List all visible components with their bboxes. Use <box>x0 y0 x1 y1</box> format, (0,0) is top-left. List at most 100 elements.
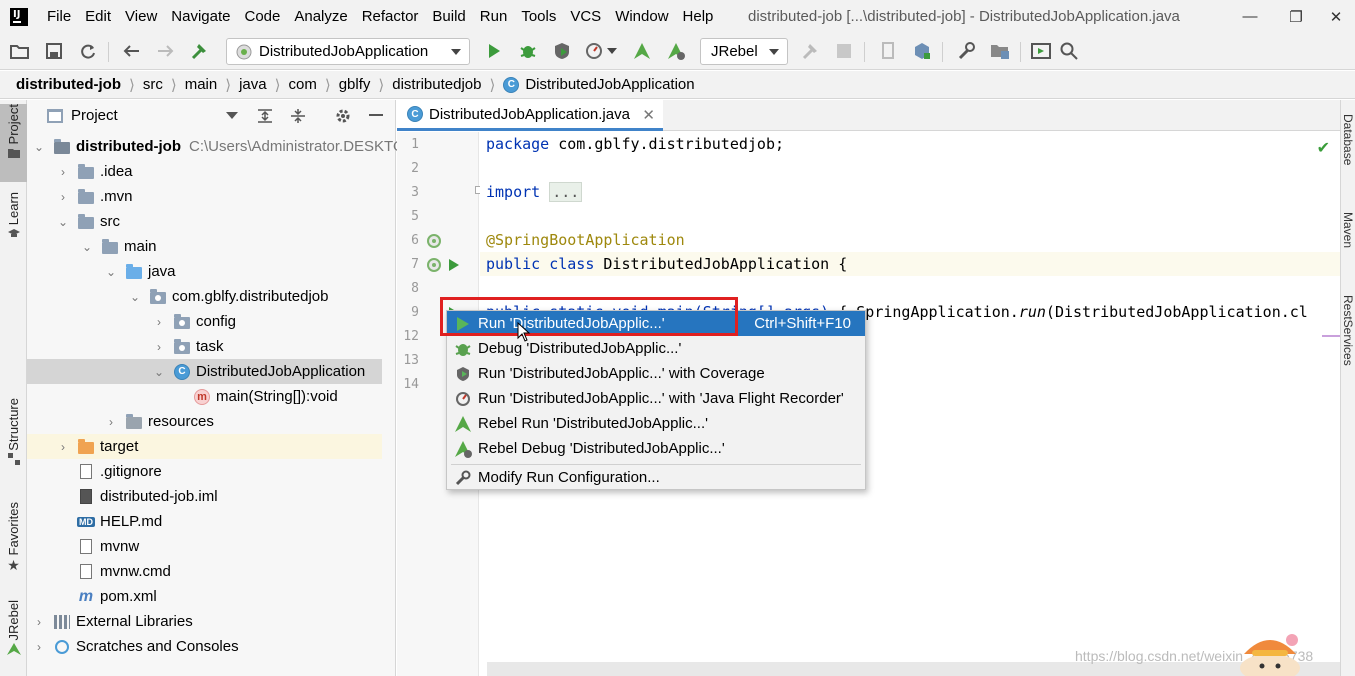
sync-icon[interactable] <box>76 39 100 63</box>
device-icon[interactable] <box>876 39 900 63</box>
profiler-icon[interactable] <box>582 39 606 63</box>
chevron-right-icon[interactable]: › <box>55 164 71 180</box>
tree-item-mvnw[interactable]: mvnw <box>27 534 382 559</box>
tree-item-java[interactable]: ⌄ java <box>27 259 382 284</box>
back-icon[interactable] <box>119 39 143 63</box>
tree-item-config[interactable]: › config <box>27 309 382 334</box>
spring-bean-icon[interactable] <box>426 257 442 273</box>
menu-help[interactable]: Help <box>676 0 721 33</box>
menu-item-debug[interactable]: Debug 'DistributedJobApplic...' <box>447 336 865 361</box>
chevron-down-icon[interactable]: ⌄ <box>79 239 95 255</box>
menu-edit[interactable]: Edit <box>78 0 118 33</box>
chevron-down-icon[interactable]: ⌄ <box>151 364 167 380</box>
menu-item-run-flight-recorder[interactable]: Run 'DistributedJobApplic...' with 'Java… <box>447 386 865 411</box>
tool-tab-structure[interactable]: Structure <box>0 398 27 480</box>
save-icon[interactable] <box>42 39 66 63</box>
menu-tools[interactable]: Tools <box>514 0 563 33</box>
chevron-right-icon[interactable]: › <box>151 314 167 330</box>
menu-item-rebel-debug[interactable]: Rebel Debug 'DistributedJobApplic...' <box>447 436 865 461</box>
hide-panel-icon[interactable] <box>367 107 385 125</box>
chevron-right-icon[interactable]: › <box>151 339 167 355</box>
tree-item-mvnw-cmd[interactable]: mvnw.cmd <box>27 559 382 584</box>
breadcrumb-item[interactable]: distributed-job <box>16 76 121 93</box>
spring-bean-icon[interactable] <box>426 233 442 249</box>
sdk-manager-icon[interactable] <box>910 39 934 63</box>
menu-navigate[interactable]: Navigate <box>164 0 237 33</box>
tool-tab-database[interactable]: Database <box>1341 114 1355 165</box>
horizontal-scrollbar[interactable] <box>487 662 1340 676</box>
editor-tab[interactable]: C DistributedJobApplication.java ✕ <box>397 100 663 131</box>
chevron-down-icon[interactable]: ⌄ <box>103 264 119 280</box>
tree-item-pom[interactable]: m pom.xml <box>27 584 382 609</box>
wrench-icon[interactable] <box>954 39 978 63</box>
menu-analyze[interactable]: Analyze <box>287 0 354 33</box>
breadcrumb-item[interactable]: distributedjob <box>392 76 481 93</box>
tree-item-gitignore[interactable]: .gitignore <box>27 459 382 484</box>
rebel-run-icon[interactable] <box>630 39 654 63</box>
chevron-down-icon[interactable] <box>605 39 619 63</box>
tree-item-external-libraries[interactable]: › External Libraries <box>27 609 382 634</box>
run-icon[interactable] <box>482 39 506 63</box>
menu-item-run-coverage[interactable]: Run 'DistributedJobApplic...' with Cover… <box>447 361 865 386</box>
menu-code[interactable]: Code <box>237 0 287 33</box>
breadcrumb-item[interactable]: com <box>288 76 316 93</box>
menu-build[interactable]: Build <box>425 0 472 33</box>
breadcrumb-item[interactable]: java <box>239 76 267 93</box>
tree-item-main[interactable]: ⌄ main <box>27 234 382 259</box>
collapse-all-icon[interactable] <box>289 107 307 125</box>
menu-refactor[interactable]: Refactor <box>355 0 426 33</box>
run-configuration-select[interactable]: DistributedJobApplication <box>226 38 470 65</box>
tree-item-target[interactable]: › target <box>27 434 382 459</box>
chevron-down-icon[interactable]: ⌄ <box>31 139 47 155</box>
tree-item-application-class[interactable]: ⌄ C DistributedJobApplication <box>27 359 382 384</box>
jrebel-select[interactable]: JRebel <box>700 38 788 65</box>
forward-icon[interactable] <box>154 39 178 63</box>
tool-tab-project[interactable]: Project <box>0 104 27 182</box>
tree-item-scratches[interactable]: › Scratches and Consoles <box>27 634 382 659</box>
coverage-icon[interactable] <box>550 39 574 63</box>
tool-tab-jrebel[interactable]: JRebel <box>0 600 27 666</box>
chevron-right-icon[interactable]: › <box>31 614 47 630</box>
breadcrumb-item[interactable]: gblfy <box>339 76 371 93</box>
tree-item-task[interactable]: › task <box>27 334 382 359</box>
tree-item-mvn[interactable]: › .mvn <box>27 184 382 209</box>
menu-run[interactable]: Run <box>473 0 515 33</box>
breadcrumb-item[interactable]: DistributedJobApplication <box>525 76 694 93</box>
tool-tab-maven[interactable]: Maven <box>1341 212 1355 248</box>
tree-item-project-root[interactable]: ⌄ distributed-job C:\Users\Administrator… <box>27 134 405 159</box>
debug-icon[interactable] <box>516 39 540 63</box>
chevron-down-icon[interactable]: ⌄ <box>55 214 71 230</box>
tool-tab-restservices[interactable]: RestServices <box>1341 295 1355 366</box>
tree-item-idea[interactable]: › .idea <box>27 159 382 184</box>
expand-all-icon[interactable] <box>256 107 274 125</box>
menu-file[interactable]: File <box>40 0 78 33</box>
menu-vcs[interactable]: VCS <box>563 0 608 33</box>
menu-view[interactable]: View <box>118 0 164 33</box>
tree-item-resources[interactable]: › resources <box>27 409 382 434</box>
menu-window[interactable]: Window <box>608 0 675 33</box>
breadcrumb-item[interactable]: src <box>143 76 163 93</box>
folded-imports[interactable]: ... <box>549 182 583 202</box>
tree-item-package[interactable]: ⌄ com.gblfy.distributedjob <box>27 284 382 309</box>
chevron-right-icon[interactable]: › <box>31 639 47 655</box>
tree-item-src[interactable]: ⌄ src <box>27 209 382 234</box>
chevron-right-icon[interactable]: › <box>55 189 71 205</box>
build-hammer-icon[interactable] <box>188 39 212 63</box>
gear-icon[interactable] <box>334 107 352 125</box>
chevron-down-icon[interactable]: ⌄ <box>127 289 143 305</box>
close-icon[interactable]: ✕ <box>1313 0 1355 33</box>
tree-item-help-md[interactable]: MD HELP.md <box>27 509 382 534</box>
presentation-icon[interactable] <box>1029 39 1053 63</box>
tool-tab-favorites[interactable]: Favorites ★ <box>0 502 27 582</box>
minimize-icon[interactable]: — <box>1227 0 1273 33</box>
open-folder-icon[interactable] <box>8 39 32 63</box>
menu-item-rebel-run[interactable]: Rebel Run 'DistributedJobApplic...' <box>447 411 865 436</box>
chevron-down-icon[interactable] <box>226 112 238 119</box>
menu-item-modify-run-config[interactable]: Modify Run Configuration... <box>447 465 865 490</box>
tree-item-iml[interactable]: distributed-job.iml <box>27 484 382 509</box>
tree-item-main-method[interactable]: m main(String[]):void <box>27 384 382 409</box>
rebel-debug-icon[interactable] <box>664 39 688 63</box>
chevron-right-icon[interactable]: › <box>103 414 119 430</box>
chevron-right-icon[interactable]: › <box>55 439 71 455</box>
close-tab-icon[interactable]: ✕ <box>642 106 655 124</box>
